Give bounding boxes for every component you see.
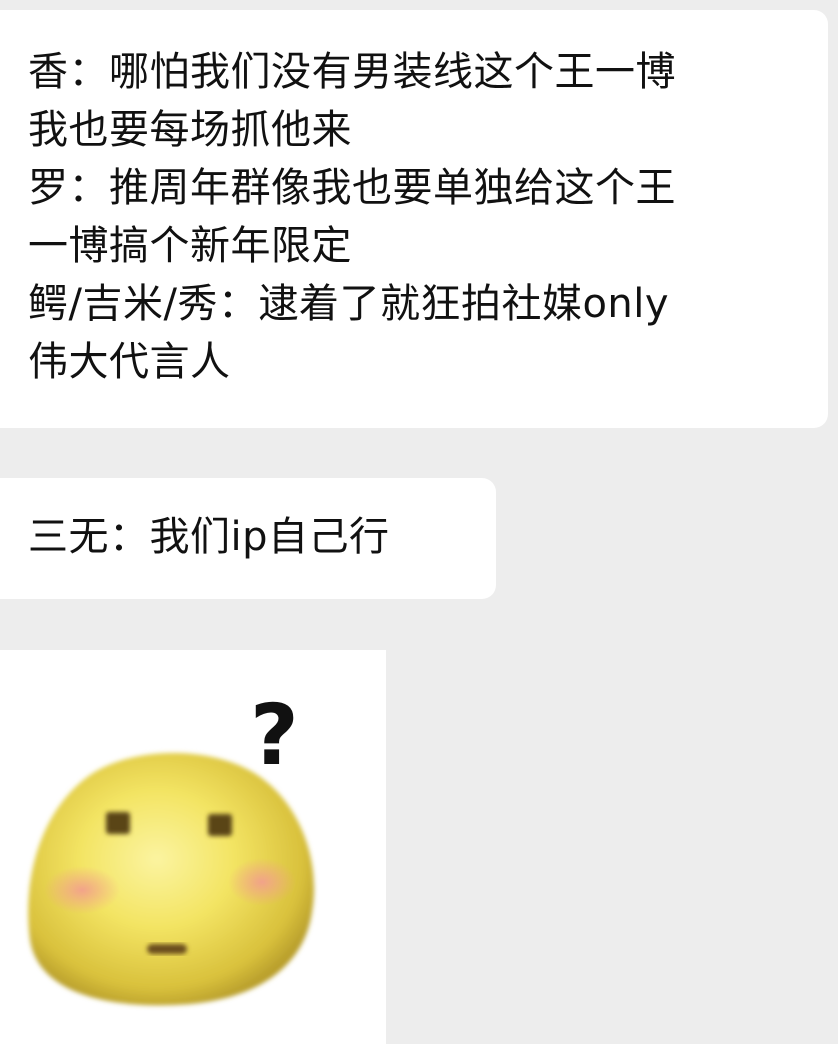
message-bubble[interactable]: 三无：我们ip自己行 (0, 478, 496, 599)
message-bubble[interactable]: 香：哪怕我们没有男装线这个王一博 我也要每场抓他来 罗：推周年群像我也要单独给这… (0, 10, 828, 428)
chat-history: 香：哪怕我们没有男装线这个王一博 我也要每场抓他来 罗：推周年群像我也要单独给这… (0, 0, 838, 1044)
message-line: 一博搞个新年限定 (28, 223, 352, 269)
sticker-message[interactable]: ? (0, 650, 386, 1044)
message-line: 香：哪怕我们没有男装线这个王一博 (28, 49, 676, 95)
message-line: 三无：我们ip自己行 (28, 514, 390, 560)
message-line: 伟大代言人 (28, 339, 231, 385)
left-eye (106, 812, 130, 834)
message-line: 我也要每场抓他来 (28, 107, 352, 153)
question-mark-icon: ? (250, 686, 299, 784)
right-blush (228, 858, 296, 906)
message-line: 鳄/吉米/秀：逮着了就狂拍社媒only (28, 281, 670, 327)
right-eye (208, 814, 232, 836)
mouth (147, 944, 187, 954)
message-line: 罗：推周年群像我也要单独给这个王 (28, 165, 676, 211)
confused-face-sticker-icon (28, 752, 315, 1006)
left-blush (44, 866, 120, 914)
